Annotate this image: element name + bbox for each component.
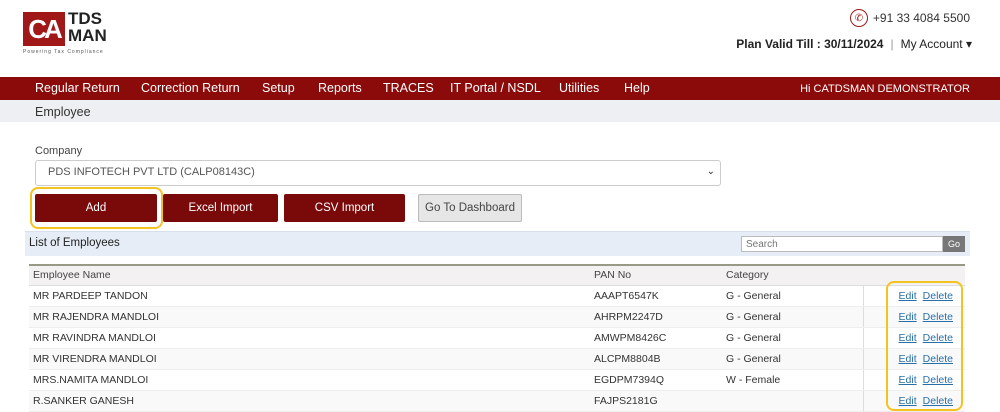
pan-no: AAAPT6547K — [590, 285, 722, 307]
add-button[interactable]: Add — [35, 194, 157, 222]
employee-name: MR RAVINDRA MANDLOI — [29, 327, 590, 349]
company-label: Company — [35, 145, 83, 157]
nav-setup[interactable]: Setup — [262, 81, 295, 95]
search-input[interactable] — [741, 236, 943, 252]
phone-contact: ✆ +91 33 4084 5500 — [849, 9, 970, 27]
phone-icon: ✆ — [849, 9, 868, 27]
excel-import-button[interactable]: Excel Import — [163, 194, 278, 222]
employee-table: Employee Name PAN No Category MR PARDEEP… — [29, 264, 965, 412]
table-row: MR RAJENDRA MANDLOI AHRPM2247D G - Gener… — [29, 306, 965, 328]
company-value: PDS INFOTECH PVT LTD (CALP08143C) — [48, 166, 255, 178]
employee-name: MR RAJENDRA MANDLOI — [29, 306, 590, 328]
employee-name: MRS.NAMITA MANDLOI — [29, 369, 590, 391]
breadcrumb: Employee — [0, 100, 1000, 122]
user-greeting: Hi CATDSMAN DEMONSTRATOR — [800, 83, 970, 95]
highlight-actions — [886, 281, 963, 411]
col-pan: PAN No — [590, 264, 722, 286]
table-row: R.SANKER GANESH FAJPS2181G Edit Delete — [29, 390, 965, 412]
employee-name: MR VIRENDRA MANDLOI — [29, 348, 590, 370]
plan-valid: Plan Valid Till : 30/11/2024 — [736, 37, 884, 51]
chevron-down-icon: ⌄ — [706, 166, 715, 177]
table-row: MR VIRENDRA MANDLOI ALCPM8804B G - Gener… — [29, 348, 965, 370]
col-category: Category — [722, 264, 863, 286]
my-account-menu[interactable]: My Account ▾ — [901, 37, 972, 51]
logo-mark: CA — [23, 12, 65, 46]
search-go-button[interactable]: Go — [943, 236, 965, 252]
company-select[interactable]: PDS INFOTECH PVT LTD (CALP08143C) ⌄ — [35, 160, 721, 186]
table-row: MR RAVINDRA MANDLOI AMWPM8426C G - Gener… — [29, 327, 965, 349]
category: G - General — [722, 285, 863, 307]
category: W - Female — [722, 369, 863, 391]
nav-regular-return[interactable]: Regular Return — [35, 81, 120, 95]
nav-it-portal[interactable]: IT Portal / NSDL — [450, 81, 541, 95]
nav-reports[interactable]: Reports — [318, 81, 362, 95]
table-row: MRS.NAMITA MANDLOI EGDPM7394Q W - Female… — [29, 369, 965, 391]
pan-no: AHRPM2247D — [590, 306, 722, 328]
pan-no: FAJPS2181G — [590, 390, 722, 412]
nav-correction-return[interactable]: Correction Return — [141, 81, 240, 95]
nav-help[interactable]: Help — [624, 81, 650, 95]
pan-no: EGDPM7394Q — [590, 369, 722, 391]
caret-down-icon: ▾ — [965, 37, 972, 51]
employee-name: MR PARDEEP TANDON — [29, 285, 590, 307]
logo-text: TDS MAN — [68, 9, 107, 45]
go-to-dashboard-button[interactable]: Go To Dashboard — [418, 194, 522, 222]
plan-info: Plan Valid Till : 30/11/2024 | My Account … — [736, 37, 972, 51]
list-title: List of Employees — [29, 237, 120, 249]
main-nav: Regular Return Correction Return Setup R… — [0, 77, 1000, 100]
table-row: MR PARDEEP TANDON AAAPT6547K G - General… — [29, 285, 965, 307]
pan-no: AMWPM8426C — [590, 327, 722, 349]
category: G - General — [722, 306, 863, 328]
category — [722, 390, 863, 412]
logo[interactable]: CA TDS MAN Powering Tax Compliance — [23, 9, 123, 57]
category: G - General — [722, 348, 863, 370]
nav-traces[interactable]: TRACES — [383, 81, 434, 95]
phone-number: +91 33 4084 5500 — [872, 11, 970, 25]
logo-tagline: Powering Tax Compliance — [23, 49, 104, 55]
category: G - General — [722, 327, 863, 349]
csv-import-button[interactable]: CSV Import — [284, 194, 405, 222]
nav-utilities[interactable]: Utilities — [559, 81, 599, 95]
pan-no: ALCPM8804B — [590, 348, 722, 370]
col-employee-name: Employee Name — [29, 264, 590, 286]
employee-name: R.SANKER GANESH — [29, 390, 590, 412]
